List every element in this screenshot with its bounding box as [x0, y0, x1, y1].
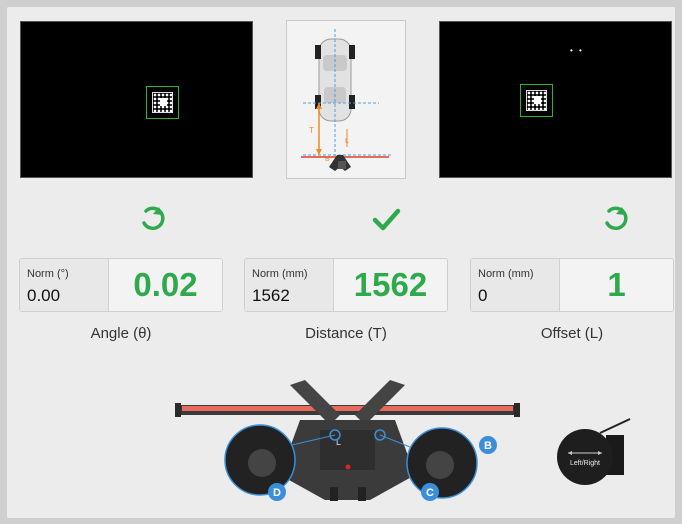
angle-norm-label: Norm (°): [27, 268, 69, 280]
distance-check-icon: [372, 208, 401, 231]
diagram-label-t: T: [309, 126, 314, 135]
offset-measurement-card: Norm (mm) 0 1: [470, 258, 674, 312]
calibration-fixture-illustration: L B C D: [175, 380, 520, 501]
adas-calibration-panel: T L B • • Norm (°) 0.00 0.02 Norm (mm) 1…: [7, 7, 675, 518]
distance-norm-panel: Norm (mm) 1562: [245, 259, 334, 311]
offset-norm-label: Norm (mm): [478, 268, 534, 280]
noise-dots: • •: [570, 46, 584, 55]
angle-value: 0.02: [109, 259, 222, 311]
callout-b: B: [484, 440, 492, 452]
distance-norm-label: Norm (mm): [252, 268, 308, 280]
vehicle-alignment-diagram: T L B: [286, 20, 406, 179]
angle-label: Angle (θ): [90, 325, 152, 342]
distance-measurement-card: Norm (mm) 1562 1562: [244, 258, 448, 312]
right-camera-view: • •: [439, 21, 672, 178]
left-camera-view: [20, 21, 253, 178]
distance-value: 1562: [334, 259, 447, 311]
angle-refresh-icon: [142, 206, 165, 231]
angle-measurement-card: Norm (°) 0.00 0.02: [19, 258, 223, 312]
diagram-label-l: L: [345, 138, 349, 145]
offset-norm-value: 0: [478, 286, 488, 305]
angle-norm-value: 0.00: [27, 286, 61, 305]
callout-d: D: [273, 487, 281, 499]
target-detection-box: [146, 86, 179, 119]
distance-label: Distance (T): [305, 325, 387, 342]
target-detection-box: [520, 84, 553, 117]
distance-norm-value: 1562: [252, 286, 290, 305]
vehicle-diagram-svg: T L B: [301, 29, 391, 171]
angle-norm-panel: Norm (°) 0.00: [20, 259, 109, 311]
offset-label: Offset (L): [540, 325, 604, 342]
left-right-sensor-illustration: Left/Right: [557, 418, 631, 485]
offset-value: 1: [560, 259, 673, 311]
sensor-label: Left/Right: [570, 460, 600, 467]
offset-norm-panel: Norm (mm) 0: [471, 259, 560, 311]
callout-c: C: [426, 487, 434, 499]
offset-refresh-icon: [605, 206, 628, 231]
calibration-target: [152, 92, 173, 113]
calibration-target: [526, 90, 547, 111]
